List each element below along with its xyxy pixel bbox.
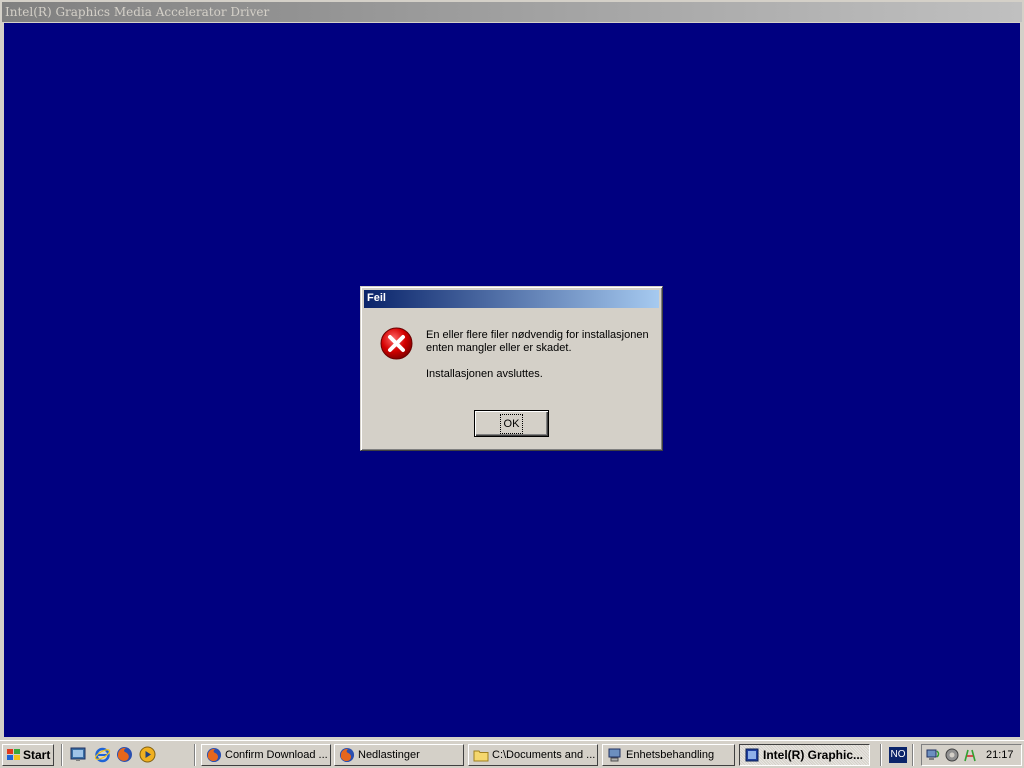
taskbar-separator xyxy=(194,744,196,766)
task-button-label: Intel(R) Graphic... xyxy=(763,748,864,762)
taskbar-separator xyxy=(61,744,63,766)
task-button-confirm-download[interactable]: Confirm Download ... xyxy=(201,744,331,766)
system-tray: 21:17 xyxy=(921,744,1022,766)
task-button-nedlastinger[interactable]: Nedlastinger xyxy=(334,744,464,766)
task-button-label: Enhetsbehandling xyxy=(626,749,715,761)
taskbar-separator xyxy=(880,744,882,766)
language-indicator[interactable]: NO xyxy=(889,747,907,763)
folder-icon xyxy=(473,750,489,762)
error-dialog: Feil En eller flere filer nødvendig for … xyxy=(360,286,663,451)
start-label: Start xyxy=(23,748,51,762)
taskbar: Start Confirm Download ... Nedlastinger xyxy=(0,740,1024,768)
windows-logo-icon xyxy=(7,749,20,760)
taskbar-separator xyxy=(912,744,914,766)
task-button-enhetsbehandling[interactable]: Enhetsbehandling xyxy=(602,744,735,766)
task-button-intel-graphics[interactable]: Intel(R) Graphic... xyxy=(739,744,870,766)
error-message-line-3: Installasjonen avsluttes. xyxy=(426,368,543,380)
error-icon xyxy=(380,327,413,360)
installer-titlebar[interactable]: Intel(R) Graphics Media Accelerator Driv… xyxy=(2,2,1022,22)
show-desktop-icon[interactable] xyxy=(70,746,87,763)
error-message-line-2: enten mangler eller er skadet. xyxy=(426,342,572,354)
installer-title: Intel(R) Graphics Media Accelerator Driv… xyxy=(5,5,270,19)
installer-icon xyxy=(745,748,759,762)
firefox-icon xyxy=(206,747,222,763)
dialog-titlebar[interactable]: Feil xyxy=(364,290,659,308)
device-manager-icon xyxy=(608,748,621,762)
error-message-line-1: En eller flere filer nødvendig for insta… xyxy=(426,329,649,341)
task-button-label: Nedlastinger xyxy=(358,749,420,761)
firefox-icon xyxy=(339,747,355,763)
clock[interactable]: 21:17 xyxy=(986,749,1014,761)
wireless-icon[interactable] xyxy=(962,747,978,763)
start-button[interactable]: Start xyxy=(2,744,54,766)
ok-button-label: OK xyxy=(499,413,524,434)
task-button-label: Confirm Download ... xyxy=(225,749,328,761)
network-icon[interactable] xyxy=(926,747,942,763)
task-button-label: C:\Documents and ... xyxy=(492,749,596,761)
ok-button[interactable]: OK xyxy=(474,410,549,437)
volume-icon[interactable] xyxy=(944,747,960,763)
internet-explorer-icon[interactable] xyxy=(94,746,111,763)
firefox-icon[interactable] xyxy=(116,746,133,763)
media-player-icon[interactable] xyxy=(139,746,156,763)
task-button-documents-folder[interactable]: C:\Documents and ... xyxy=(468,744,598,766)
dialog-title: Feil xyxy=(367,292,386,304)
